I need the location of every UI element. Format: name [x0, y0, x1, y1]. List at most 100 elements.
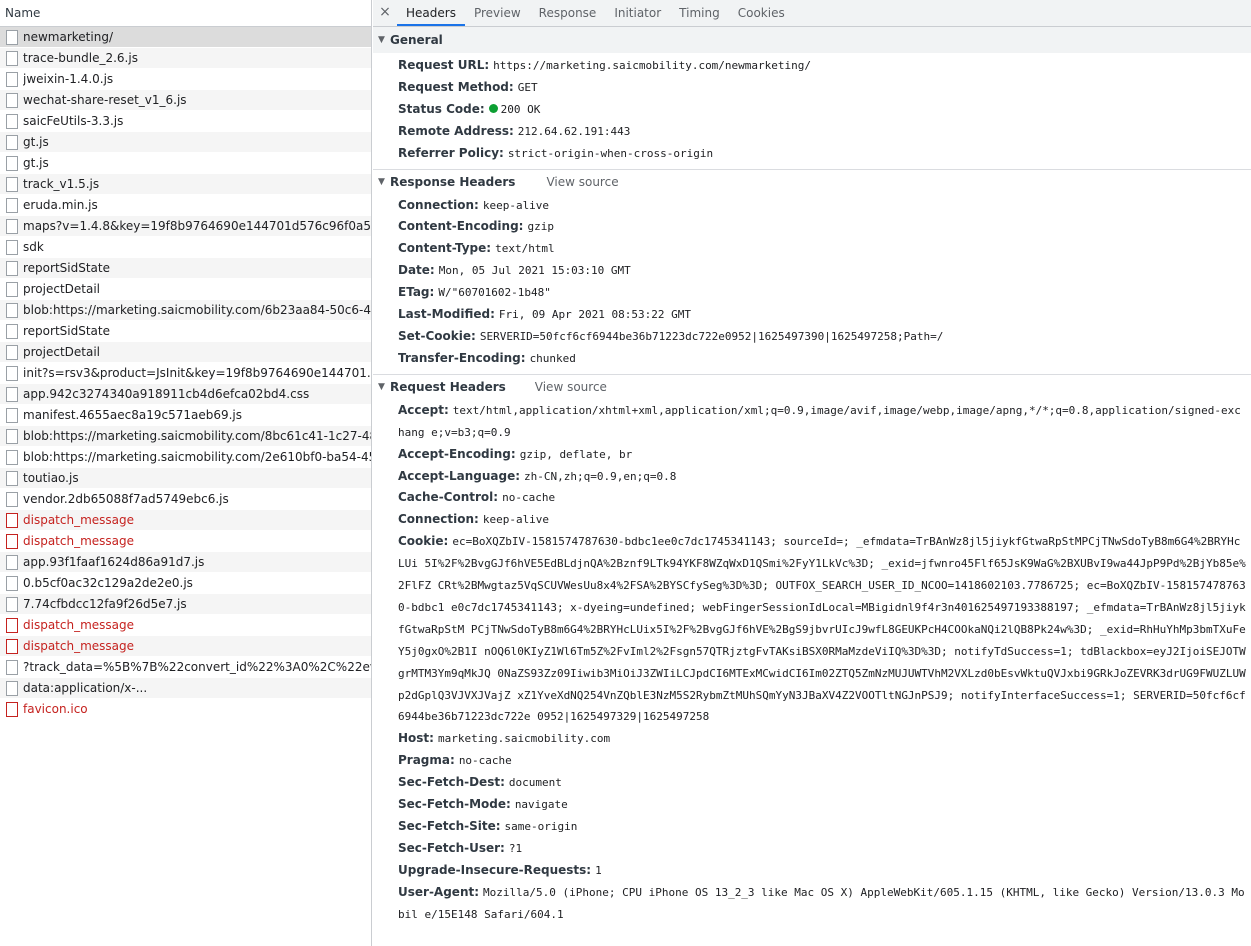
tab-cookies[interactable]: Cookies [729, 0, 794, 26]
request-view-source-link[interactable]: View source [535, 374, 607, 400]
request-row[interactable]: reportSidState [0, 321, 371, 342]
header-value: ?1 [508, 841, 523, 855]
request-row[interactable]: manifest.4655aec8a19c571aeb69.js [0, 405, 371, 426]
request-name: init?s=rsv3&product=JsInit&key=19f8b9764… [23, 366, 371, 380]
request-name: blob:https://marketing.saicmobility.com/… [23, 450, 371, 464]
request-row[interactable]: favicon.ico [0, 699, 371, 720]
request-row[interactable]: newmarketing/ [0, 27, 371, 48]
request-name: app.942c3274340a918911cb4d6efca02bd4.css [23, 387, 310, 401]
file-icon [6, 701, 18, 717]
tab-preview[interactable]: Preview [465, 0, 530, 26]
request-row[interactable]: sdk [0, 237, 371, 258]
request-name: gt.js [23, 135, 49, 149]
request-name: maps?v=1.4.8&key=19f8b9764690e144701d576… [23, 219, 371, 233]
header-value: no-cache [458, 754, 512, 768]
response-view-source-link[interactable]: View source [546, 169, 618, 195]
request-row[interactable]: blob:https://marketing.saicmobility.com/… [0, 447, 371, 468]
request-row[interactable]: vendor.2db65088f7ad5749ebc6.js [0, 489, 371, 510]
response-headers-section: ▼ Response Headers View source Connectio… [373, 168, 1251, 374]
request-row[interactable]: jweixin-1.4.0.js [0, 69, 371, 90]
request-row[interactable]: dispatch_message [0, 531, 371, 552]
file-icon [6, 29, 18, 45]
request-row[interactable]: 7.74cfbdcc12fa9f26d5e7.js [0, 594, 371, 615]
header-key: Upgrade-Insecure-Requests: [398, 862, 592, 877]
request-headers-section: ▼ Request Headers View source Accept: tex… [373, 373, 1251, 930]
request-headers-title: Request Headers [390, 380, 506, 395]
header-value: SERVERID=50fcf6cf6944be36b71223dc722e095… [479, 329, 944, 343]
file-icon [6, 407, 18, 423]
request-row[interactable]: reportSidState [0, 258, 371, 279]
request-row[interactable]: init?s=rsv3&product=JsInit&key=19f8b9764… [0, 363, 371, 384]
request-row[interactable]: dispatch_message [0, 510, 371, 531]
header-value: chunked [529, 351, 576, 365]
request-row[interactable]: gt.js [0, 153, 371, 174]
header-row: User-Agent: Mozilla/5.0 (iPhone; CPU iPho… [373, 882, 1251, 926]
request-method-value: GET [517, 80, 538, 94]
request-row[interactable]: ?track_data=%5B%7B%22convert_id%22%3A0%2… [0, 657, 371, 678]
file-icon [6, 239, 18, 255]
request-row[interactable]: projectDetail [0, 342, 371, 363]
tab-initiator[interactable]: Initiator [605, 0, 670, 26]
header-value: text/html [495, 242, 555, 256]
request-row[interactable]: toutiao.js [0, 468, 371, 489]
header-key: Sec-Fetch-User: [398, 840, 505, 855]
header-key: Sec-Fetch-Dest: [398, 775, 505, 790]
tab-response[interactable]: Response [530, 0, 606, 26]
header-key: Remote Address: [398, 123, 514, 138]
header-value: marketing.saicmobility.com [437, 732, 611, 746]
header-value: no-cache [502, 491, 556, 505]
request-row[interactable]: dispatch_message [0, 636, 371, 657]
request-row[interactable]: track_v1.5.js [0, 174, 371, 195]
request-row[interactable]: saicFeUtils-3.3.js [0, 111, 371, 132]
request-method-row: Request Method: GET [373, 77, 1251, 99]
request-row[interactable]: blob:https://marketing.saicmobility.com/… [0, 300, 371, 321]
remote-address-value: 212.64.62.191:443 [517, 124, 631, 138]
close-icon[interactable]: × [373, 0, 397, 26]
request-row[interactable]: data:application/x-... [0, 678, 371, 699]
tab-headers[interactable]: Headers [397, 0, 465, 26]
request-headers-section-header[interactable]: ▼ Request Headers View source [373, 373, 1251, 400]
header-value: text/html,application/xhtml+xml,applicat… [398, 403, 1241, 439]
name-column-header[interactable]: Name [0, 0, 371, 27]
request-list-panel: Name newmarketing/trace-bundle_2.6.js jwe… [0, 0, 372, 946]
request-row[interactable]: app.942c3274340a918911cb4d6efca02bd4.css [0, 384, 371, 405]
header-key: Date: [398, 263, 435, 278]
request-row[interactable]: wechat-share-reset_v1_6.js [0, 90, 371, 111]
file-icon [6, 659, 18, 675]
request-row[interactable]: dispatch_message [0, 615, 371, 636]
request-name: dispatch_message [23, 618, 135, 632]
request-name: data:application/x-... [23, 681, 148, 695]
tab-timing[interactable]: Timing [670, 0, 729, 26]
details-panel: × Headers Preview Response Initiator Tim… [373, 0, 1251, 946]
request-name: app.93f1faaf1624d86a91d7.js [23, 555, 205, 569]
request-name: sdk [23, 240, 44, 254]
remote-address-row: Remote Address: 212.64.62.191:443 [373, 121, 1251, 143]
referrer-policy-row: Referrer Policy: strict-origin-when-cross… [373, 143, 1251, 165]
header-key: Pragma: [398, 753, 455, 768]
request-row[interactable]: app.93f1faaf1624d86a91d7.js [0, 552, 371, 573]
request-row[interactable]: 0.b5cf0ac32c129a2de2e0.js [0, 573, 371, 594]
file-icon [6, 680, 18, 696]
general-section-header[interactable]: ▼ General [373, 27, 1251, 53]
response-headers-section-header[interactable]: ▼ Response Headers View source [373, 168, 1251, 195]
file-icon [6, 218, 18, 234]
request-name: dispatch_message [23, 534, 135, 548]
header-key: Connection: [398, 197, 479, 212]
request-row[interactable]: projectDetail [0, 279, 371, 300]
header-key: Accept-Encoding: [398, 446, 516, 461]
request-row[interactable]: maps?v=1.4.8&key=19f8b9764690e144701d576… [0, 216, 371, 237]
header-row: Cookie: ec=BoXQZbIV-1581574787630-bdbc1ee… [373, 531, 1251, 728]
header-key: Request URL: [398, 58, 490, 72]
request-name: reportSidState [23, 261, 110, 275]
file-icon [6, 134, 18, 150]
header-row: Accept-Language: zh-CN,zh;q=0.9,en;q=0.8 [373, 466, 1251, 488]
request-row[interactable]: trace-bundle_2.6.js [0, 48, 371, 69]
status-code-row: Status Code: 200 OK [373, 99, 1251, 121]
response-headers-list: Connection: keep-alive Content-Encoding: gz… [373, 195, 1251, 374]
request-name: dispatch_message [23, 639, 135, 653]
header-key: Content-Type: [398, 241, 492, 256]
file-icon [6, 302, 18, 318]
request-row[interactable]: blob:https://marketing.saicmobility.com/… [0, 426, 371, 447]
request-row[interactable]: eruda.min.js [0, 195, 371, 216]
request-row[interactable]: gt.js [0, 132, 371, 153]
